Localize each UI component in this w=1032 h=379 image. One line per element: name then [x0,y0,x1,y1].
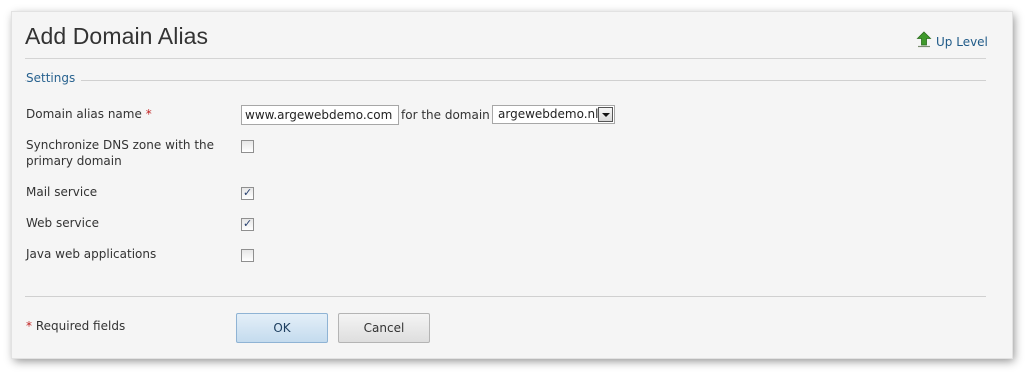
checkmark-icon: ✓ [243,186,253,199]
required-fields-text: Required fields [35,319,126,333]
ok-button[interactable]: OK [236,313,328,343]
settings-divider [25,80,986,81]
required-marker: * [145,107,152,121]
mail-service-checkbox[interactable]: ✓ [241,186,254,200]
dialog-panel: Add Domain Alias Up Level Settings Domai… [12,12,1012,358]
footer-divider [25,296,986,297]
web-service-checkbox[interactable]: ✓ [241,217,254,231]
up-level-link[interactable]: Up Level [916,31,988,52]
required-fields-note: * Required fields [26,319,125,333]
domain-select[interactable]: argewebdemo.nl [492,105,615,124]
mail-service-label: Mail service [26,185,98,199]
domain-select-value: argewebdemo.nl [498,107,599,121]
web-service-label: Web service [26,216,99,230]
required-marker: * [26,319,32,333]
alias-name-label: Domain alias name [26,107,142,121]
page-title: Add Domain Alias [25,23,209,49]
chevron-down-icon[interactable] [598,107,613,122]
cancel-button[interactable]: Cancel [338,313,430,343]
up-arrow-icon [916,31,932,52]
java-web-checkbox[interactable] [241,249,254,262]
settings-legend: Settings [26,71,82,85]
alias-name-label-row: Domain alias name * [26,106,152,122]
title-divider [25,58,986,59]
sync-dns-checkbox[interactable] [241,140,254,153]
alias-name-input[interactable] [241,105,399,125]
java-web-label: Java web applications [26,247,157,261]
checkmark-icon: ✓ [243,217,253,230]
for-the-domain-text: for the domain [401,108,490,122]
sync-dns-label: Synchronize DNS zone with the primary do… [26,138,215,168]
up-level-label: Up Level [936,34,988,49]
